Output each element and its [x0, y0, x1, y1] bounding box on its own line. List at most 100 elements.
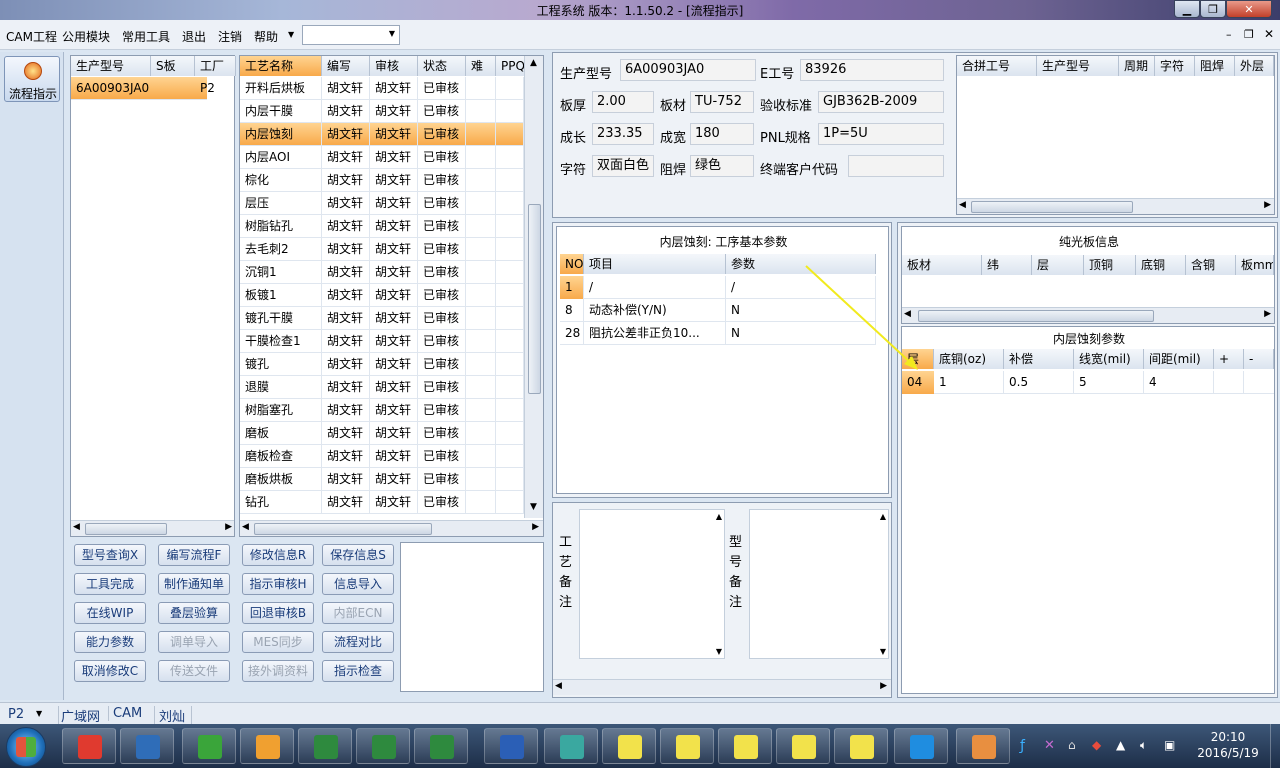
col-header-bottom-copper[interactable]: 底铜 [1136, 255, 1186, 275]
col-header-process[interactable]: 工艺名称 [240, 56, 322, 76]
model-field[interactable]: 6A00903JA0 [620, 59, 756, 81]
action-button[interactable]: 指示检查 [322, 660, 394, 682]
length-field[interactable]: 233.35 [592, 123, 654, 145]
taskbar-app-button[interactable] [356, 728, 410, 764]
scroll-right-icon[interactable]: ▶ [880, 681, 887, 691]
col-header-minus[interactable]: - [1244, 349, 1274, 369]
col-header-outer[interactable]: 外层 [1235, 56, 1274, 76]
minimize-button[interactable]: ▁ [1174, 0, 1200, 18]
mdi-minimize-icon[interactable]: – [1226, 28, 1232, 41]
nav-process-button[interactable]: 流程指示 [4, 56, 60, 102]
col-header-board-mm[interactable]: 板mm [1236, 255, 1274, 275]
table-row[interactable]: 板镀1 胡文轩 胡文轩 已审核 [240, 284, 524, 307]
taskbar-app-button[interactable] [544, 728, 598, 764]
action-button[interactable]: 指示审核H [242, 573, 314, 595]
action-button[interactable]: 叠层验算 [158, 602, 230, 624]
table-row[interactable]: 04 1 0.5 5 4 [902, 371, 1274, 394]
col-header-layer[interactable]: 层 [1032, 255, 1084, 275]
scroll-down-icon[interactable]: ▼ [716, 647, 722, 656]
col-header-character[interactable]: 字符 [1155, 56, 1195, 76]
scroll-down-icon[interactable]: ▼ [880, 647, 886, 656]
taskbar-app-button[interactable] [718, 728, 772, 764]
model-hscrollbar[interactable]: ◀ ▶ [71, 520, 234, 536]
table-row[interactable]: 棕化 胡文轩 胡文轩 已审核 [240, 169, 524, 192]
scroll-up-icon[interactable]: ▲ [716, 512, 722, 521]
col-header-spacing[interactable]: 间距(mil) [1144, 349, 1214, 369]
table-row[interactable]: 树脂塞孔 胡文轩 胡文轩 已审核 [240, 399, 524, 422]
col-header-factory[interactable]: 工厂 [195, 56, 236, 76]
material-field[interactable]: TU-752 [690, 91, 754, 113]
taskbar-app-button[interactable] [956, 728, 1010, 764]
col-header-reviewer[interactable]: 审核 [370, 56, 418, 76]
taskbar-app-button[interactable] [120, 728, 174, 764]
taskbar-app-button[interactable] [894, 728, 948, 764]
taskbar-app-button[interactable] [602, 728, 656, 764]
col-header-combined-job[interactable]: 合拼工号 [957, 56, 1037, 76]
menu-cam[interactable]: CAM工程 [6, 28, 57, 45]
col-header-top-copper[interactable]: 顶铜 [1084, 255, 1136, 275]
table-row[interactable]: 内层干膜 胡文轩 胡文轩 已审核 [240, 100, 524, 123]
tray-flag-icon[interactable]: ▲ [1116, 738, 1125, 752]
col-header-s[interactable]: S板 [151, 56, 195, 76]
scroll-up-icon[interactable]: ▲ [530, 58, 537, 68]
col-header-with-copper[interactable]: 含铜 [1186, 255, 1236, 275]
action-button[interactable]: 修改信息R [242, 544, 314, 566]
process-vscrollbar[interactable]: ▲ ▼ [524, 56, 543, 518]
action-button[interactable]: 流程对比 [322, 631, 394, 653]
process-notes-textarea[interactable]: ▲ ▼ [579, 509, 725, 659]
taskbar-app-button[interactable] [776, 728, 830, 764]
table-row[interactable]: 开料后烘板 胡文轩 胡文轩 已审核 [240, 77, 524, 100]
action-button[interactable]: 制作通知单 [158, 573, 230, 595]
col-header-weft[interactable]: 纬 [982, 255, 1032, 275]
standard-field[interactable]: GJB362B-2009 [818, 91, 944, 113]
start-button[interactable] [6, 727, 46, 767]
action-button[interactable]: 保存信息S [322, 544, 394, 566]
table-row[interactable]: 沉铜1 胡文轩 胡文轩 已审核 [240, 261, 524, 284]
action-button[interactable]: 型号查询X [74, 544, 146, 566]
col-header-ppqe[interactable]: PPQE [496, 56, 526, 76]
scroll-down-icon[interactable]: ▼ [530, 502, 537, 512]
table-row[interactable]: 镀孔 胡文轩 胡文轩 已审核 [240, 353, 524, 376]
customer-code-field[interactable] [848, 155, 944, 177]
col-header-plus[interactable]: + [1214, 349, 1244, 369]
character-field[interactable]: 双面白色 [592, 155, 654, 177]
volume-icon[interactable]: 🔈︎ [1140, 738, 1147, 753]
bare-board-hscrollbar[interactable]: ◀ ▶ [902, 307, 1274, 323]
table-row[interactable]: 镀孔干膜 胡文轩 胡文轩 已审核 [240, 307, 524, 330]
scroll-left-icon[interactable]: ◀ [242, 522, 249, 532]
table-row[interactable]: 内层AOI 胡文轩 胡文轩 已审核 [240, 146, 524, 169]
scroll-left-icon[interactable]: ◀ [959, 200, 966, 210]
solder-mask-field[interactable]: 绿色 [690, 155, 754, 177]
action-button[interactable]: 编写流程F [158, 544, 230, 566]
taskbar-app-button[interactable] [484, 728, 538, 764]
table-row[interactable]: 6A00903JA0 P2 [71, 77, 215, 100]
table-row[interactable]: 磨板检查 胡文轩 胡文轩 已审核 [240, 445, 524, 468]
menu-tools[interactable]: 常用工具 [122, 28, 170, 45]
notes-hscrollbar[interactable]: ◀ ▶ [553, 679, 891, 695]
col-header-cycle[interactable]: 周期 [1119, 56, 1155, 76]
scroll-thumb[interactable] [971, 201, 1133, 213]
taskbar-app-button[interactable] [298, 728, 352, 764]
scroll-thumb[interactable] [254, 523, 432, 535]
col-header-item[interactable]: 项目 [584, 254, 726, 274]
table-row[interactable]: 磨板 胡文轩 胡文轩 已审核 [240, 422, 524, 445]
taskbar-app-button[interactable] [182, 728, 236, 764]
col-header-difficulty[interactable]: 难 [466, 56, 496, 76]
col-header-model[interactable]: 生产型号 [1037, 56, 1119, 76]
table-row[interactable]: 树脂钻孔 胡文轩 胡文轩 已审核 [240, 215, 524, 238]
action-button[interactable]: 回退审核B [242, 602, 314, 624]
taskbar-app-button[interactable] [414, 728, 468, 764]
col-header-line-width[interactable]: 线宽(mil) [1074, 349, 1144, 369]
thickness-field[interactable]: 2.00 [592, 91, 654, 113]
scroll-up-icon[interactable]: ▲ [880, 512, 886, 521]
action-button[interactable]: 信息导入 [322, 573, 394, 595]
scroll-right-icon[interactable]: ▶ [1264, 200, 1271, 210]
scroll-thumb[interactable] [918, 310, 1154, 322]
model-notes-textarea[interactable]: ▲ ▼ [749, 509, 889, 659]
taskbar-app-button[interactable] [62, 728, 116, 764]
scroll-thumb[interactable] [528, 204, 541, 394]
menu-exit[interactable]: 退出 [182, 28, 206, 45]
col-header-status[interactable]: 状态 [418, 56, 466, 76]
scroll-right-icon[interactable]: ▶ [532, 522, 539, 532]
menu-combo[interactable]: ▼ [302, 25, 400, 45]
